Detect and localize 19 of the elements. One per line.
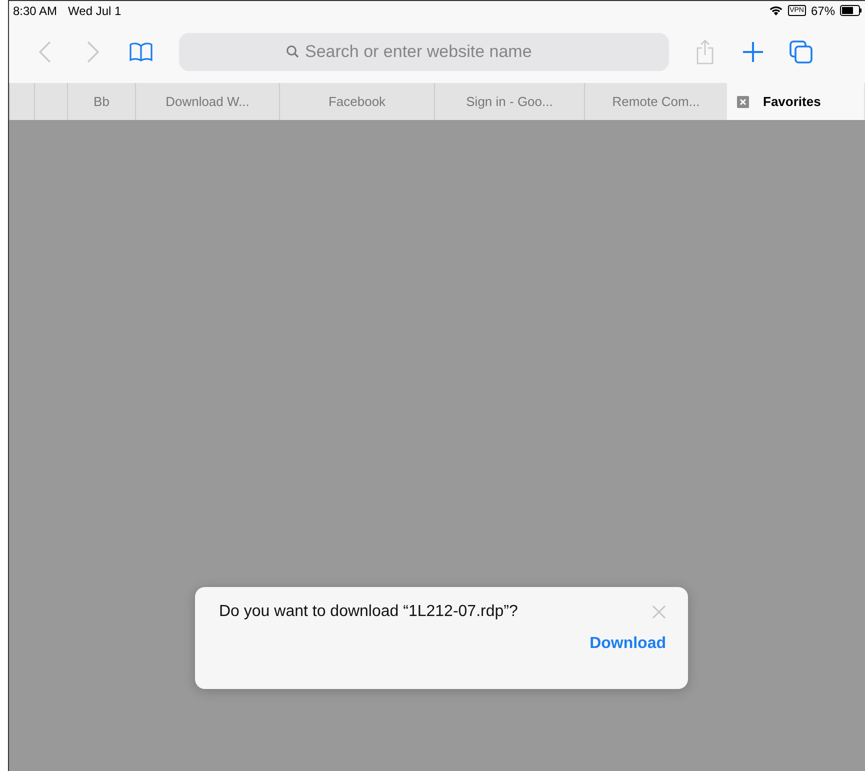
address-field[interactable]: Search or enter website name [303,40,562,62]
status-date: Wed Jul 1 [68,4,122,18]
close-icon[interactable] [652,605,666,619]
forward-icon [86,40,100,64]
battery-icon [840,5,862,16]
back-icon [38,40,52,64]
share-icon [696,38,714,64]
plus-icon [742,40,764,62]
browser-tab[interactable]: Favorites [727,83,864,120]
wifi-icon [768,5,783,16]
battery-percent: 67% [810,4,835,18]
download-message: Do you want to download “1L212-07.rdp”? [219,603,518,621]
close-icon[interactable] [737,96,749,108]
address-bar[interactable]: Search or enter website name [179,32,669,70]
download-button[interactable]: Download [590,635,666,653]
search-icon [286,45,299,58]
tabs-icon [789,40,813,64]
status-time: 8:30 AM [13,4,58,18]
book-icon [129,42,153,62]
